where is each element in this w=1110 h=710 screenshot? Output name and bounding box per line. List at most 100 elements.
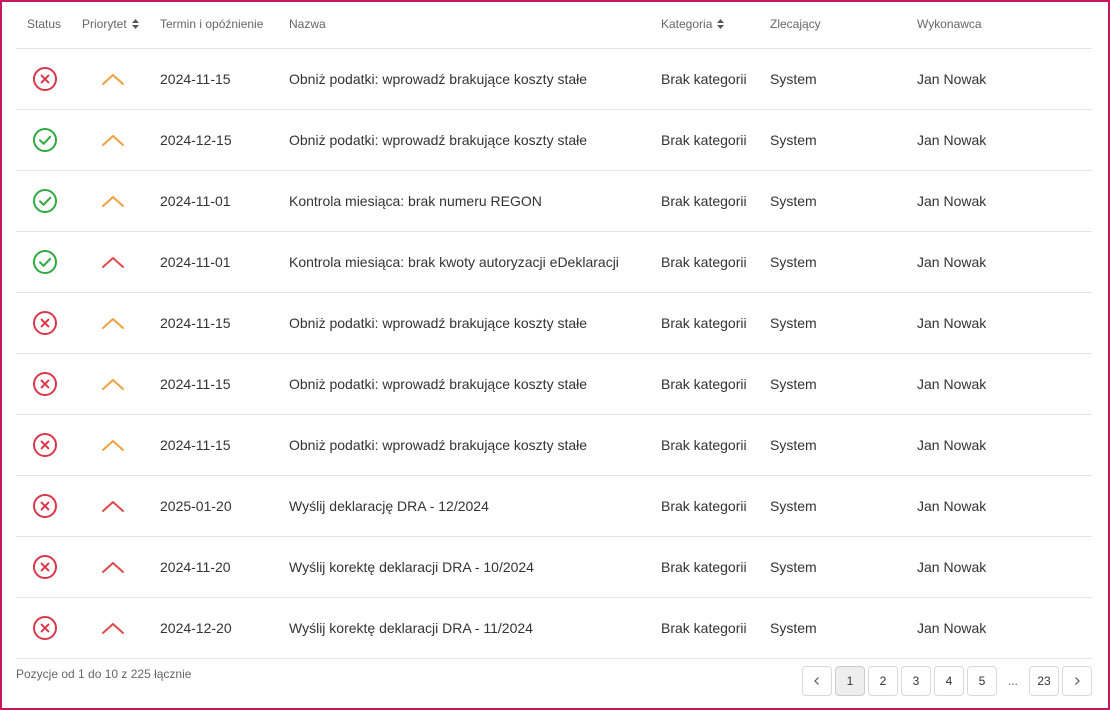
- prev-page-button[interactable]: [802, 666, 832, 696]
- x-circle-icon: [33, 494, 57, 518]
- x-circle-icon: [33, 311, 57, 335]
- priority-cell: [101, 415, 125, 475]
- orderer-cell: System: [770, 620, 817, 636]
- category-cell: Brak kategorii: [661, 437, 747, 453]
- executor-cell: Jan Nowak: [917, 132, 987, 148]
- header-orderer-label: Zlecający: [770, 17, 821, 31]
- page-button-2[interactable]: 2: [868, 666, 898, 696]
- category-cell: Brak kategorii: [661, 132, 747, 148]
- next-page-button[interactable]: [1062, 666, 1092, 696]
- task-name-cell[interactable]: Wyślij deklarację DRA - 12/2024: [289, 476, 489, 536]
- category-cell: Brak kategorii: [661, 376, 747, 392]
- task-name-cell[interactable]: Wyślij korektę deklaracji DRA - 10/2024: [289, 537, 534, 597]
- sort-icon[interactable]: [716, 18, 725, 30]
- page-button-5[interactable]: 5: [967, 666, 997, 696]
- executor-cell: Jan Nowak: [917, 71, 987, 87]
- category-cell: Brak kategorii: [661, 315, 747, 331]
- deadline-cell: 2024-11-15: [160, 376, 231, 392]
- task-name-cell[interactable]: Obniż podatki: wprowadź brakujące koszty…: [289, 110, 587, 170]
- category-cell: Brak kategorii: [661, 254, 747, 270]
- priority-cell: [101, 354, 125, 414]
- table-row[interactable]: 2024-11-20 Wyślij korektę deklaracji DRA …: [16, 537, 1092, 598]
- table-header: Status Priorytet Termin i opóźnienie Naz…: [16, 0, 1092, 49]
- task-name-cell[interactable]: Wyślij korektę deklaracji DRA - 11/2024: [289, 598, 533, 658]
- header-priority-label: Priorytet: [82, 17, 127, 31]
- category-cell: Brak kategorii: [661, 71, 747, 87]
- task-name-cell[interactable]: Obniż podatki: wprowadź brakujące koszty…: [289, 49, 587, 109]
- priority-cell: [101, 598, 125, 658]
- table-row[interactable]: 2024-12-15 Obniż podatki: wprowadź brakuj…: [16, 110, 1092, 171]
- table-row[interactable]: 2024-11-15 Obniż podatki: wprowadź brakuj…: [16, 49, 1092, 110]
- items-summary: Pozycje od 1 do 10 z 225 łącznie: [16, 667, 192, 681]
- status-cell: [32, 598, 58, 658]
- orderer-cell: System: [770, 315, 817, 331]
- status-cell: [32, 354, 58, 414]
- orderer-cell: System: [770, 132, 817, 148]
- check-circle-icon: [33, 250, 57, 274]
- chevron-up-icon: [102, 257, 124, 268]
- header-name: Nazwa: [289, 16, 326, 32]
- executor-cell: Jan Nowak: [917, 559, 987, 575]
- chevron-up-icon: [102, 501, 124, 512]
- task-name-cell[interactable]: Kontrola miesiąca: brak kwoty autoryzacj…: [289, 232, 619, 292]
- status-cell: [32, 293, 58, 353]
- status-cell: [32, 537, 58, 597]
- executor-cell: Jan Nowak: [917, 437, 987, 453]
- header-status: Status: [27, 16, 61, 32]
- task-name-cell[interactable]: Obniż podatki: wprowadź brakujące koszty…: [289, 354, 587, 414]
- category-cell: Brak kategorii: [661, 620, 747, 636]
- page-button-last[interactable]: 23: [1029, 666, 1059, 696]
- orderer-cell: System: [770, 437, 817, 453]
- chevron-up-icon: [102, 74, 124, 85]
- task-name-cell[interactable]: Obniż podatki: wprowadź brakujące koszty…: [289, 293, 587, 353]
- chevron-up-icon: [102, 135, 124, 146]
- table-row[interactable]: 2024-11-15 Obniż podatki: wprowadź brakuj…: [16, 293, 1092, 354]
- orderer-cell: System: [770, 376, 817, 392]
- status-cell: [32, 110, 58, 170]
- x-circle-icon: [33, 616, 57, 640]
- header-category[interactable]: Kategoria: [661, 16, 725, 32]
- chevron-up-icon: [102, 379, 124, 390]
- chevron-up-icon: [102, 623, 124, 634]
- category-cell: Brak kategorii: [661, 193, 747, 209]
- x-circle-icon: [33, 555, 57, 579]
- task-name-cell[interactable]: Kontrola miesiąca: brak numeru REGON: [289, 171, 542, 231]
- status-cell: [32, 476, 58, 536]
- executor-cell: Jan Nowak: [917, 498, 987, 514]
- priority-cell: [101, 537, 125, 597]
- table-row[interactable]: 2024-11-01 Kontrola miesiąca: brak kwoty …: [16, 232, 1092, 293]
- deadline-cell: 2024-11-20: [160, 559, 231, 575]
- page-button-4[interactable]: 4: [934, 666, 964, 696]
- header-priority[interactable]: Priorytet: [82, 16, 140, 32]
- table-row[interactable]: 2024-11-15 Obniż podatki: wprowadź brakuj…: [16, 415, 1092, 476]
- priority-cell: [101, 476, 125, 536]
- sort-icon[interactable]: [131, 18, 140, 30]
- header-status-label: Status: [27, 17, 62, 31]
- x-circle-icon: [33, 433, 57, 457]
- deadline-cell: 2024-11-15: [160, 71, 231, 87]
- x-circle-icon: [33, 372, 57, 396]
- header-deadline-label: Termin i opóźnienie: [160, 17, 264, 31]
- table-row[interactable]: 2024-11-01 Kontrola miesiąca: brak numeru…: [16, 171, 1092, 232]
- category-cell: Brak kategorii: [661, 559, 747, 575]
- table-row[interactable]: 2025-01-20 Wyślij deklarację DRA - 12/202…: [16, 476, 1092, 537]
- orderer-cell: System: [770, 498, 817, 514]
- table-row[interactable]: 2024-11-15 Obniż podatki: wprowadź brakuj…: [16, 354, 1092, 415]
- pagination: 1 2 3 4 5 ... 23: [802, 666, 1092, 696]
- page-button-1[interactable]: 1: [835, 666, 865, 696]
- task-name-cell[interactable]: Obniż podatki: wprowadź brakujące koszty…: [289, 415, 587, 475]
- header-executor-label: Wykonawca: [917, 17, 982, 31]
- status-cell: [32, 232, 58, 292]
- executor-cell: Jan Nowak: [917, 376, 987, 392]
- orderer-cell: System: [770, 193, 817, 209]
- table-body: 2024-11-15 Obniż podatki: wprowadź brakuj…: [16, 49, 1092, 659]
- header-category-label: Kategoria: [661, 17, 713, 31]
- page-button-3[interactable]: 3: [901, 666, 931, 696]
- executor-cell: Jan Nowak: [917, 620, 987, 636]
- chevron-up-icon: [102, 562, 124, 573]
- deadline-cell: 2024-12-20: [160, 620, 232, 636]
- tasks-table: Status Priorytet Termin i opóźnienie Naz…: [16, 0, 1092, 659]
- x-circle-icon: [33, 67, 57, 91]
- table-row[interactable]: 2024-12-20 Wyślij korektę deklaracji DRA …: [16, 598, 1092, 659]
- header-name-label: Nazwa: [289, 17, 326, 31]
